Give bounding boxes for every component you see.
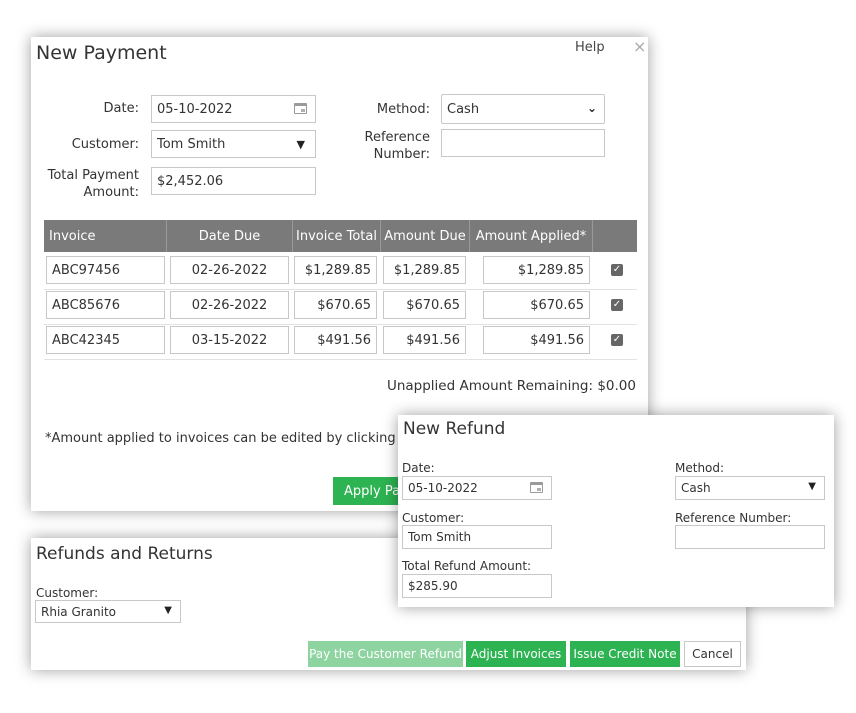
customer-label: Customer:: [402, 511, 465, 525]
calendar-icon[interactable]: [530, 482, 543, 493]
dialog-title: New Payment: [36, 42, 167, 64]
reference-label: Reference Number:: [675, 511, 792, 525]
amount-due-cell[interactable]: $491.56: [383, 326, 466, 354]
date-due-cell[interactable]: 02-26-2022: [170, 291, 289, 319]
header-amount-applied: Amount Applied*: [475, 228, 587, 244]
pay-customer-refund-button[interactable]: Pay the Customer Refund: [308, 641, 463, 667]
date-due-cell[interactable]: 02-26-2022: [170, 256, 289, 284]
caret-down-icon: ▼: [296, 138, 305, 151]
new-refund-dialog: New Refund Date: 05-10-2022 Customer: To…: [398, 415, 834, 607]
row-checkbox[interactable]: ✓: [611, 299, 623, 311]
total-payment-field[interactable]: $2,452.06: [151, 167, 316, 195]
header-divider: [592, 220, 593, 252]
date-due-cell[interactable]: 03-15-2022: [170, 326, 289, 354]
chevron-down-icon: ⌄: [586, 101, 597, 115]
invoice-cell[interactable]: ABC97456: [46, 256, 165, 284]
method-value: Cash: [447, 101, 480, 117]
adjust-invoices-button[interactable]: Adjust Invoices: [466, 641, 566, 667]
table-header: Invoice Date Due Invoice Total Amount Du…: [44, 220, 637, 252]
total-payment-label-1: Total Payment: [47, 168, 139, 183]
invoice-cell[interactable]: ABC42345: [46, 326, 165, 354]
invoice-total-cell[interactable]: $1,289.85: [294, 256, 377, 284]
customer-value: Tom Smith: [157, 136, 226, 152]
header-date-due: Date Due: [198, 228, 261, 244]
caret-down-icon: ▼: [808, 481, 816, 492]
customer-select[interactable]: Tom Smith ▼: [151, 130, 316, 158]
amount-applied-cell[interactable]: $491.56: [483, 326, 590, 354]
method-select[interactable]: Cash ▼: [675, 476, 825, 500]
total-payment-value: $2,452.06: [157, 173, 224, 189]
total-refund-value: $285.90: [408, 579, 458, 593]
reference-label-1: Reference: [364, 130, 430, 145]
dialog-title: Refunds and Returns: [36, 544, 213, 564]
header-invoice: Invoice: [49, 228, 96, 244]
reference-field[interactable]: [675, 525, 825, 549]
date-label: Date:: [402, 461, 435, 475]
close-icon[interactable]: ×: [633, 37, 646, 56]
help-link[interactable]: Help: [575, 40, 605, 55]
customer-value: Tom Smith: [408, 530, 472, 544]
customer-label: Customer:: [71, 137, 139, 152]
calendar-icon[interactable]: [294, 103, 307, 114]
customer-field[interactable]: Tom Smith: [402, 525, 552, 549]
unapplied-amount: Unapplied Amount Remaining: $0.00: [386, 378, 636, 394]
issue-credit-note-button[interactable]: Issue Credit Note: [570, 641, 680, 667]
table-row: ABC42345 03-15-2022 $491.56 $491.56 $491…: [44, 325, 637, 360]
dialog-title: New Refund: [403, 419, 506, 439]
method-select[interactable]: Cash ⌄: [441, 94, 605, 124]
footnote: *Amount applied to invoices can be edite…: [45, 431, 430, 446]
row-checkbox[interactable]: ✓: [611, 264, 623, 276]
caret-down-icon: ▼: [164, 605, 172, 616]
customer-label: Customer:: [36, 586, 99, 600]
invoice-total-cell[interactable]: $491.56: [294, 326, 377, 354]
amount-due-cell[interactable]: $670.65: [383, 291, 466, 319]
method-label: Method:: [675, 461, 725, 475]
customer-value: Rhia Granito: [41, 604, 117, 619]
date-field[interactable]: 05-10-2022: [402, 476, 552, 500]
date-field[interactable]: 05-10-2022: [151, 95, 316, 123]
total-payment-label-2: Amount:: [83, 185, 139, 200]
invoice-table: Invoice Date Due Invoice Total Amount Du…: [44, 220, 637, 360]
date-label: Date:: [103, 101, 139, 116]
amount-due-cell[interactable]: $1,289.85: [383, 256, 466, 284]
reference-field[interactable]: [441, 129, 605, 157]
header-invoice-total: Invoice Total: [296, 228, 377, 244]
date-value: 05-10-2022: [408, 481, 478, 495]
invoice-total-cell[interactable]: $670.65: [294, 291, 377, 319]
table-row: ABC97456 02-26-2022 $1,289.85 $1,289.85 …: [44, 255, 637, 290]
date-value: 05-10-2022: [157, 101, 233, 117]
amount-applied-cell[interactable]: $1,289.85: [483, 256, 590, 284]
apply-payment-button[interactable]: Apply Pa: [333, 477, 403, 505]
total-refund-label: Total Refund Amount:: [402, 559, 532, 573]
invoice-cell[interactable]: ABC85676: [46, 291, 165, 319]
method-value: Cash: [681, 481, 711, 495]
method-label: Method:: [376, 102, 430, 117]
total-refund-field[interactable]: $285.90: [402, 574, 552, 598]
row-checkbox[interactable]: ✓: [611, 334, 623, 346]
cancel-button[interactable]: Cancel: [684, 641, 741, 667]
reference-label-2: Number:: [373, 147, 430, 162]
amount-applied-cell[interactable]: $670.65: [483, 291, 590, 319]
header-amount-due: Amount Due: [384, 228, 466, 244]
table-row: ABC85676 02-26-2022 $670.65 $670.65 $670…: [44, 290, 637, 325]
customer-select[interactable]: Rhia Granito ▼: [35, 600, 181, 623]
